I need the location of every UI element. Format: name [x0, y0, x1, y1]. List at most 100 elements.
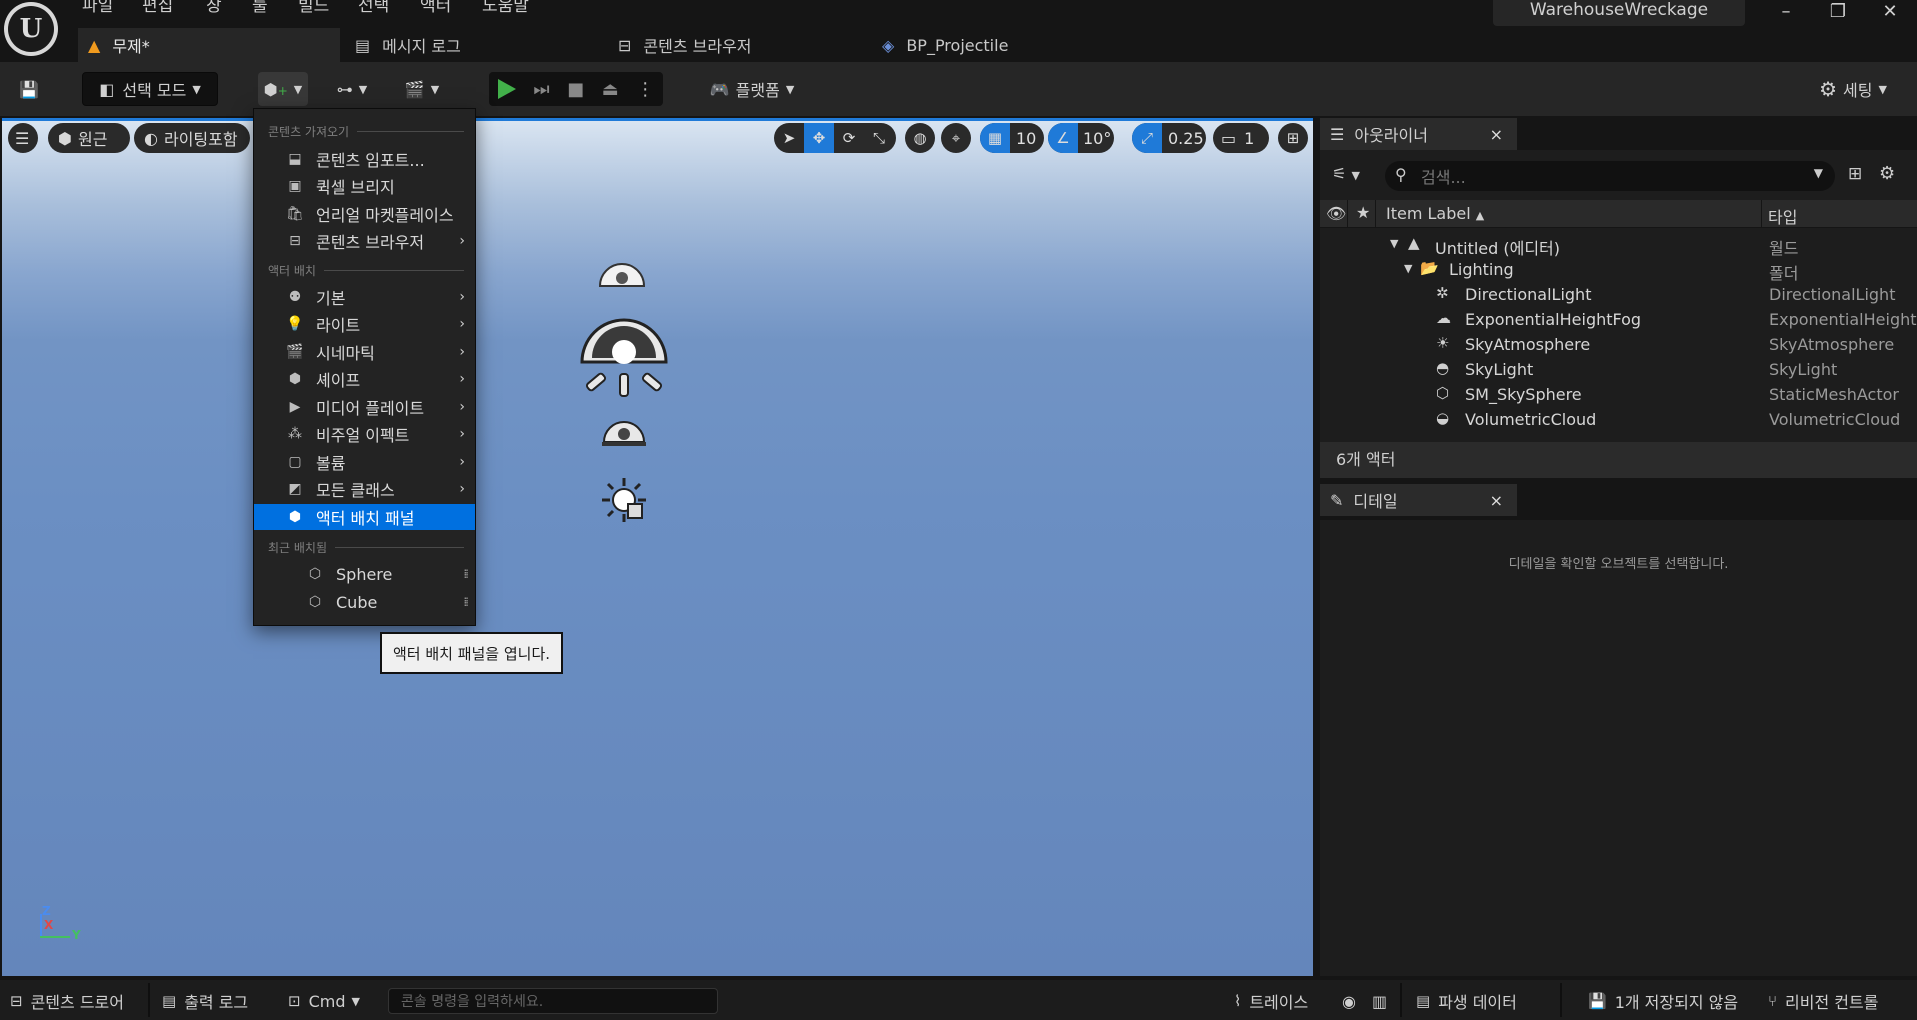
- outliner-row-actor[interactable]: ◓ SkyLight SkyLight: [1320, 357, 1917, 382]
- expand-arrow-icon[interactable]: ▼: [1390, 237, 1398, 250]
- rotate-icon[interactable]: ⟳: [834, 123, 864, 153]
- menu-item-basic[interactable]: ⚉ 기본 ›: [254, 284, 475, 310]
- menu-item-content-browser[interactable]: ⊟ 콘텐츠 브라우저 ›: [254, 228, 475, 254]
- menu-item-place-actors-panel[interactable]: ⬢ 액터 배치 패널: [254, 504, 475, 530]
- unreal-logo-icon[interactable]: U: [4, 2, 58, 56]
- advance-frame-icon[interactable]: ⏭: [533, 79, 549, 100]
- outliner-search-input[interactable]: ⚲ 검색... ▼: [1385, 161, 1835, 191]
- cinematics-button[interactable]: 🎬 ▼: [398, 72, 446, 106]
- cmd-dropdown[interactable]: ⊡ Cmd ▼: [288, 988, 360, 1014]
- outliner-row-actor[interactable]: ◒ VolumetricCloud VolumetricCloud: [1320, 407, 1917, 432]
- pin-star-icon[interactable]: ★: [1356, 203, 1370, 222]
- outliner-row-actor[interactable]: ✲ DirectionalLight DirectionalLight: [1320, 282, 1917, 307]
- viewport-menu-button[interactable]: ☰: [8, 123, 38, 153]
- directional-light-gizmo-icon[interactable]: [578, 312, 670, 404]
- level-viewport[interactable]: [2, 118, 1313, 976]
- tab-message-log[interactable]: ▤ 메시지 로그: [345, 28, 605, 62]
- scale-icon[interactable]: ⤡: [864, 123, 894, 153]
- drag-handle-icon[interactable]: ⁞⁞: [463, 567, 468, 581]
- menu-tools[interactable]: 툴: [252, 0, 268, 18]
- col-item-label[interactable]: Item Label ▲: [1386, 204, 1484, 223]
- visibility-eye-icon[interactable]: 👁: [1326, 204, 1346, 223]
- menu-window[interactable]: 창: [206, 0, 222, 18]
- lighting-mode-button[interactable]: ◐ 라이팅포함: [134, 123, 250, 153]
- outliner-row-folder[interactable]: ▼ 📂 Lighting 폴더: [1320, 257, 1917, 283]
- menu-item-cinematics[interactable]: 🎬 시네마틱 ›: [254, 339, 475, 365]
- add-actor-button[interactable]: ⬢+ ▼: [258, 72, 308, 106]
- eject-icon[interactable]: ⏏: [602, 79, 619, 100]
- details-panel: [1320, 520, 1917, 976]
- grid-snap-button[interactable]: ▦ 10: [980, 123, 1044, 153]
- close-window-button[interactable]: ✕: [1870, 0, 1910, 26]
- revision-control-button[interactable]: ⑂ 리비전 컨트롤: [1768, 988, 1878, 1014]
- menu-item-lights[interactable]: 💡 라이트 ›: [254, 311, 475, 337]
- tab-outliner[interactable]: ☰ 아웃라이너 ×: [1320, 118, 1517, 150]
- outliner-row-world[interactable]: ▼ ▲ Untitled (에디터) 월드: [1320, 232, 1917, 258]
- translate-icon[interactable]: ✥: [804, 123, 834, 153]
- sky-atmosphere-gizmo-icon[interactable]: [596, 262, 648, 288]
- output-log-button[interactable]: ▤ 출력 로그: [162, 988, 248, 1014]
- menu-item-volumes[interactable]: ▢ 볼륨 ›: [254, 449, 475, 475]
- menu-item-media-plate[interactable]: ▶ 미디어 플레이트 ›: [254, 394, 475, 420]
- select-cursor-icon[interactable]: ➤: [774, 123, 804, 153]
- tab-details[interactable]: ✎ 디테일 ×: [1320, 484, 1517, 516]
- outliner-row-actor[interactable]: ☀ SkyAtmosphere SkyAtmosphere: [1320, 332, 1917, 357]
- restore-button[interactable]: ❐: [1818, 0, 1858, 26]
- outliner-row-actor[interactable]: ☁ ExponentialHeightFog ExponentialHeight: [1320, 307, 1917, 332]
- trace-button[interactable]: ⌇ 트레이스: [1234, 988, 1308, 1014]
- menu-build[interactable]: 빌드: [298, 0, 329, 18]
- section-place-actors: 액터 배치: [268, 261, 464, 279]
- drag-handle-icon[interactable]: ⁞⁞: [463, 595, 468, 609]
- stats-icon[interactable]: ▥: [1372, 988, 1387, 1014]
- close-icon[interactable]: ×: [1490, 125, 1503, 144]
- chevron-down-icon[interactable]: ▼: [1814, 166, 1823, 180]
- media-plate-icon: ▶: [289, 399, 301, 415]
- record-icon[interactable]: ◉: [1342, 988, 1356, 1014]
- settings-button[interactable]: ⚙ 세팅 ▼: [1808, 72, 1898, 106]
- save-icon[interactable]: 💾: [14, 72, 44, 106]
- menu-item-shapes[interactable]: ⬢ 셰이프 ›: [254, 366, 475, 392]
- derived-data-button[interactable]: ▤ 파생 데이터: [1416, 988, 1517, 1014]
- menu-item-marketplace[interactable]: 🛍 언리얼 마켓플레이스: [254, 201, 475, 227]
- sky-light-gizmo-icon[interactable]: [602, 412, 646, 448]
- perspective-button[interactable]: ⬢ 원근: [48, 123, 130, 153]
- minimize-button[interactable]: –: [1766, 0, 1806, 26]
- selection-mode-button[interactable]: ◧ 선택 모드 ▼: [82, 72, 218, 106]
- add-folder-icon[interactable]: ⊞: [1848, 164, 1862, 184]
- tab-level[interactable]: ▲ 무제*: [78, 28, 340, 62]
- close-icon[interactable]: ×: [1490, 491, 1503, 510]
- gear-icon[interactable]: ⚙: [1879, 163, 1895, 184]
- content-drawer-button[interactable]: ⊟ 콘텐츠 드로어: [10, 988, 124, 1014]
- menu-file[interactable]: 파일: [82, 0, 113, 18]
- camera-speed-button[interactable]: ▭ 1: [1213, 123, 1269, 153]
- world-space-button[interactable]: ◍: [905, 123, 935, 153]
- menu-item-all-classes[interactable]: ◩ 모든 클래스 ›: [254, 476, 475, 502]
- unsaved-assets-button[interactable]: 💾 1개 저장되지 않음: [1588, 988, 1738, 1014]
- menu-item-visual-effects[interactable]: ⁂ 비주얼 이펙트 ›: [254, 421, 475, 447]
- play-icon[interactable]: [497, 79, 516, 99]
- console-command-input[interactable]: 콘솔 명령을 입력하세요.: [388, 988, 718, 1014]
- platform-button[interactable]: 🎮 플랫폼 ▼: [702, 72, 802, 106]
- col-type[interactable]: 타입: [1768, 204, 1797, 228]
- expand-arrow-icon[interactable]: ▼: [1404, 262, 1412, 275]
- menu-item-recent-sphere[interactable]: ⬡ Sphere ⁞⁞: [254, 561, 475, 587]
- menu-help[interactable]: 도움말: [482, 0, 529, 18]
- menu-select[interactable]: 선택: [358, 0, 389, 18]
- scale-snap-button[interactable]: ⤢ 0.25: [1132, 123, 1206, 153]
- menu-edit[interactable]: 편집: [142, 0, 173, 18]
- menu-actor[interactable]: 액터: [420, 0, 451, 18]
- menu-item-recent-cube[interactable]: ⬡ Cube ⁞⁞: [254, 589, 475, 615]
- stop-icon[interactable]: ■: [567, 79, 584, 100]
- menu-item-quixel-bridge[interactable]: ▣ 퀵셀 브리지: [254, 173, 475, 199]
- outliner-row-actor[interactable]: ⬡ SM_SkySphere StaticMeshActor: [1320, 382, 1917, 407]
- filter-icon[interactable]: ⚟ ▼: [1332, 164, 1360, 183]
- fog-gizmo-icon[interactable]: [600, 476, 648, 524]
- menu-item-import-content[interactable]: ⬓ 콘텐츠 임포트...: [254, 146, 475, 172]
- more-options-icon[interactable]: ⋮: [636, 79, 654, 100]
- tab-bp-projectile[interactable]: ◈ BP_Projectile: [872, 28, 1134, 62]
- surface-snap-button[interactable]: ⌖: [941, 123, 971, 153]
- blueprint-button[interactable]: ⊶ ▼: [328, 72, 376, 106]
- rotation-snap-button[interactable]: ∠ 10°: [1048, 123, 1114, 153]
- tab-content-browser[interactable]: ⊟ 콘텐츠 브라우저: [608, 28, 870, 62]
- viewport-layout-button[interactable]: ⊞: [1278, 123, 1308, 153]
